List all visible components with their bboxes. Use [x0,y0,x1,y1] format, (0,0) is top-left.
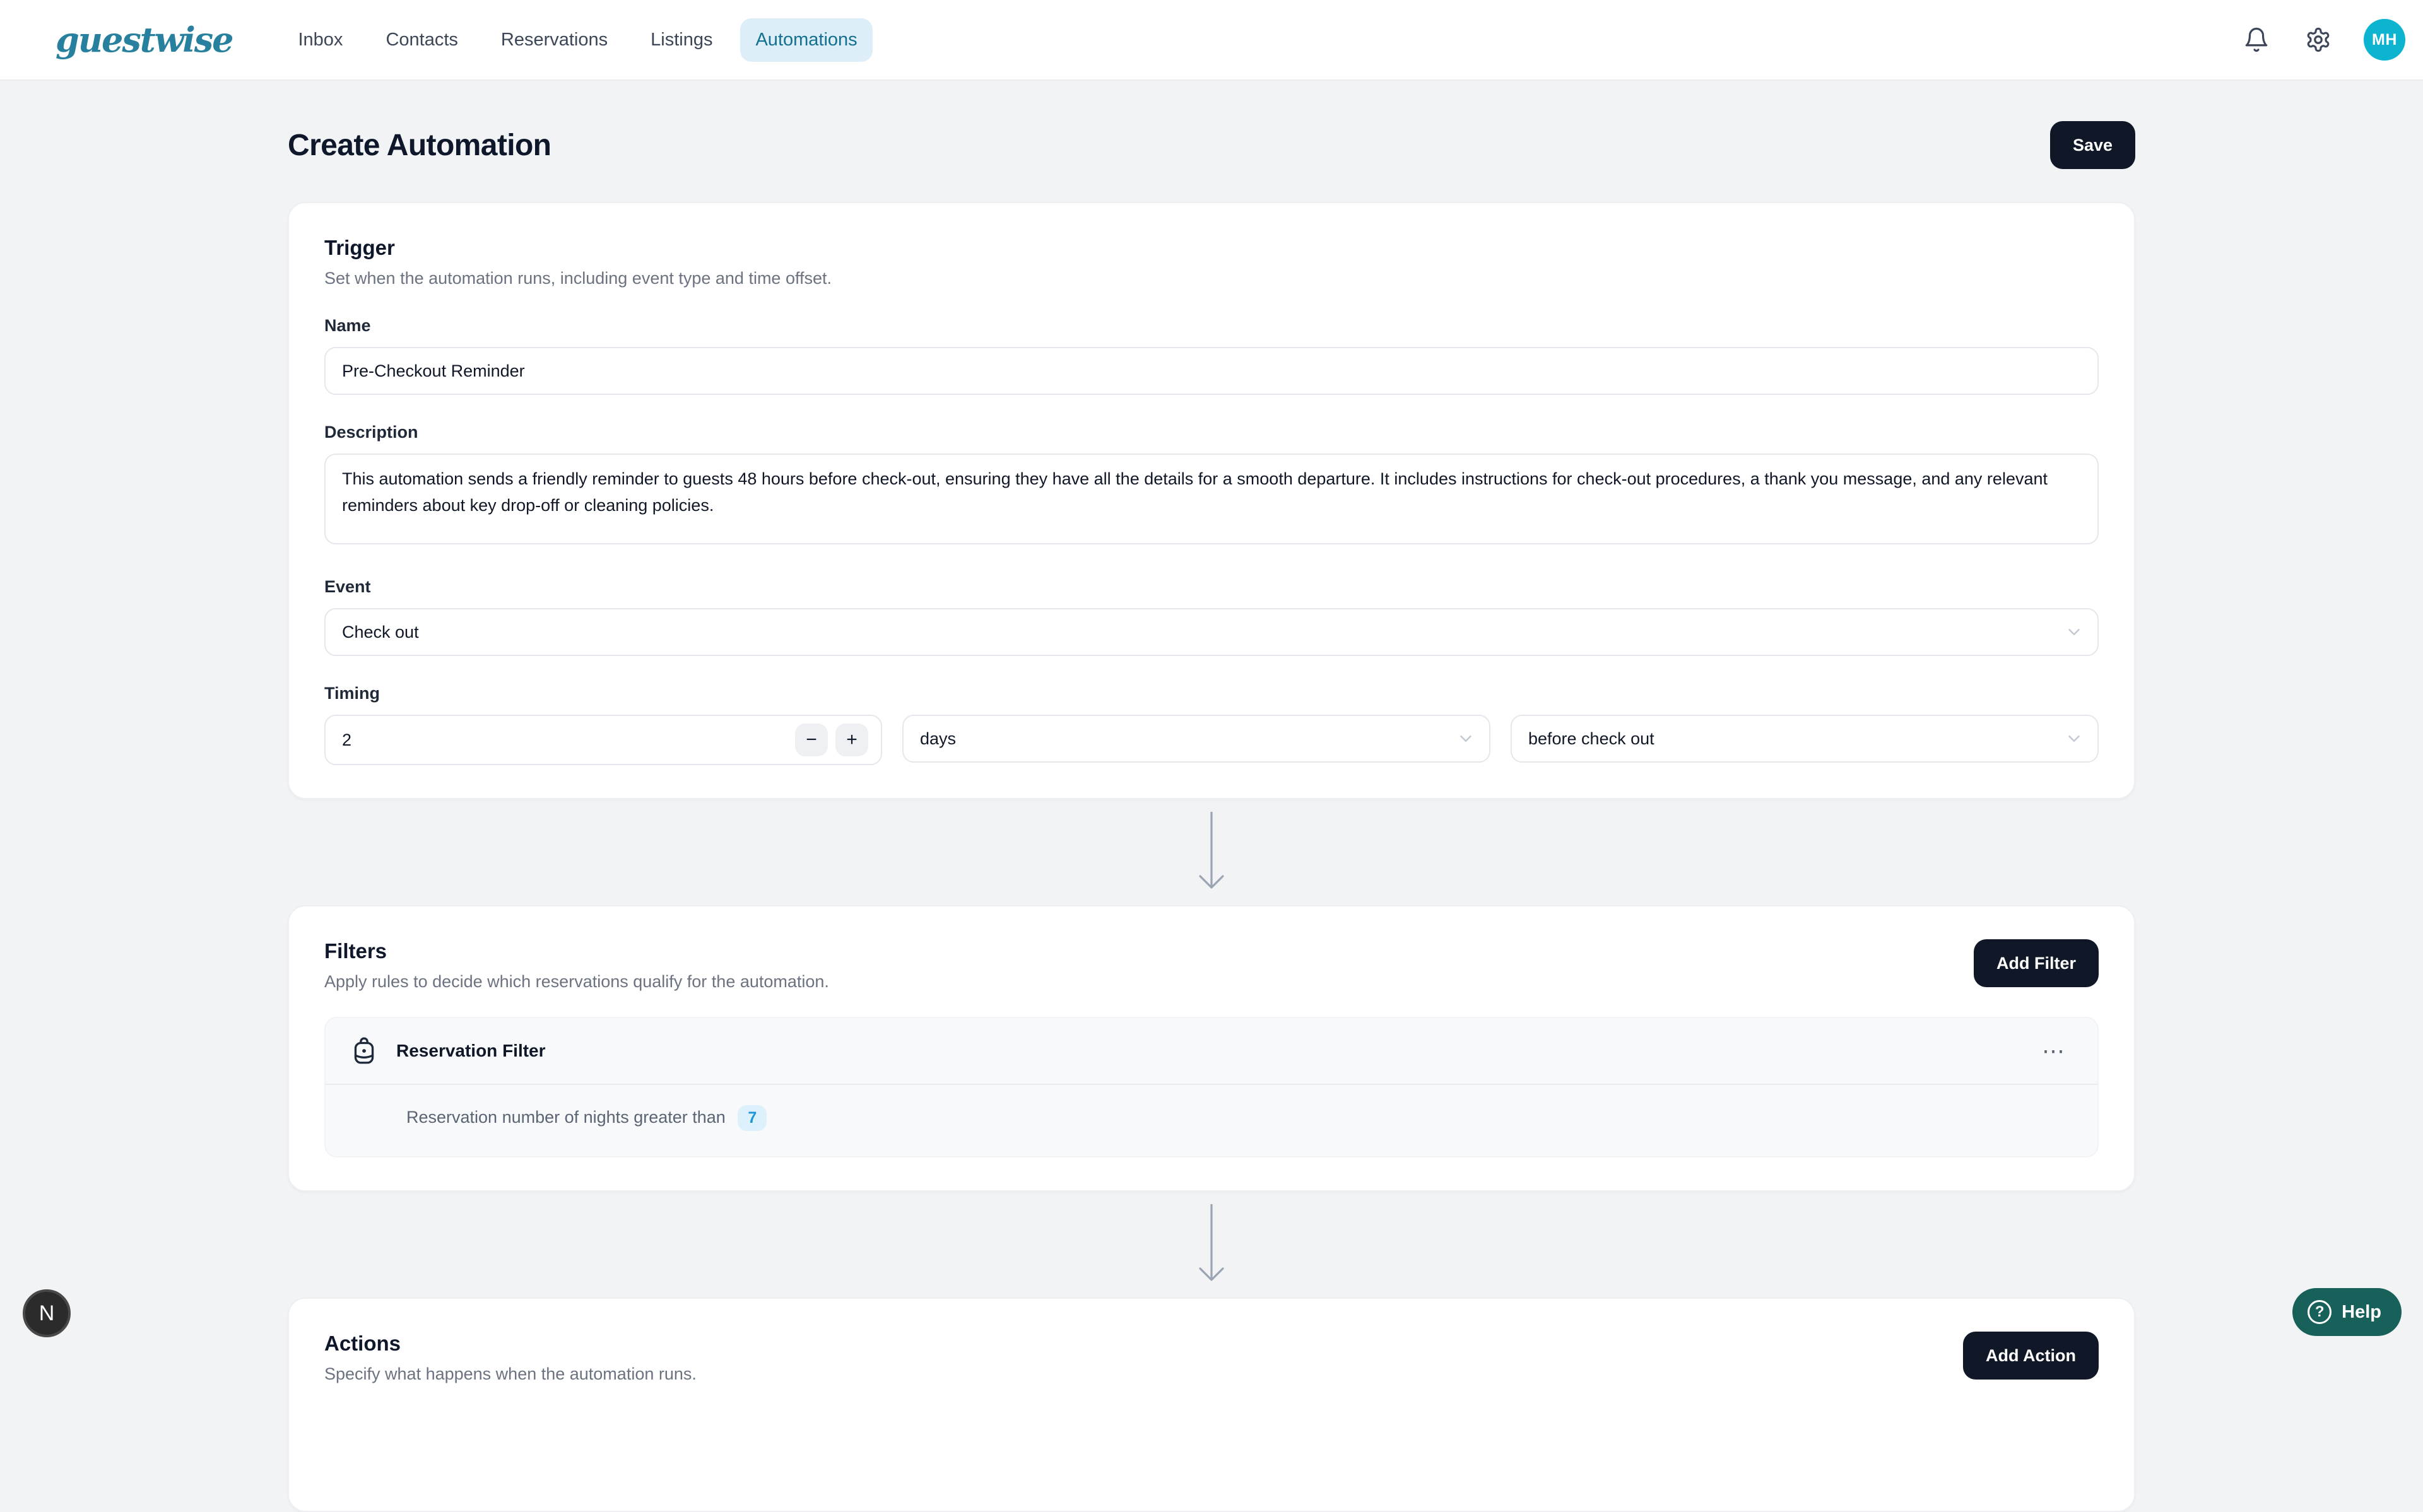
page-title: Create Automation [288,128,551,163]
filter-rule-text: Reservation number of nights greater tha… [406,1108,726,1127]
settings-gear-icon[interactable] [2296,17,2341,62]
chevron-down-icon [2065,729,2084,748]
filter-item-header: Reservation Filter ⋯ [326,1018,2097,1085]
actions-header: Actions Specify what happens when the au… [324,1332,2099,1384]
app-logo[interactable]: guestwise [56,20,232,60]
filters-subtitle: Apply rules to decide which reservations… [324,972,829,992]
trigger-title: Trigger [324,236,2099,260]
topbar-right-cluster: MH [2234,17,2405,62]
arrow-down-icon [1196,809,1227,895]
timing-unit-value: days [920,729,956,749]
name-label: Name [324,316,2099,336]
filters-card: Filters Apply rules to decide which rese… [288,905,2135,1192]
filter-rule-value-badge: 7 [738,1105,767,1131]
briefcase-icon [348,1035,380,1067]
top-navigation-bar: guestwise Inbox Contacts Reservations Li… [0,0,2423,81]
main-nav: Inbox Contacts Reservations Listings Aut… [283,18,872,62]
timing-direction-value: before check out [1528,729,1654,749]
save-button[interactable]: Save [2050,121,2135,169]
help-button[interactable]: ? Help [2292,1288,2402,1336]
filter-item-card: Reservation Filter ⋯ Reservation number … [324,1017,2099,1157]
nav-item-listings[interactable]: Listings [635,18,728,62]
event-label: Event [324,577,2099,597]
filter-more-options-button[interactable]: ⋯ [2034,1034,2075,1067]
arrow-down-icon [1196,1202,1227,1287]
dev-tools-badge[interactable]: N [23,1289,71,1337]
timing-number-stepper: − + [324,715,882,765]
decrement-button[interactable]: − [795,724,828,756]
filters-title: Filters [324,939,829,963]
add-action-button[interactable]: Add Action [1963,1332,2099,1380]
description-textarea[interactable]: This automation sends a friendly reminde… [324,454,2099,544]
actions-title: Actions [324,1332,697,1356]
timing-direction-select[interactable]: before check out [1511,715,2099,763]
timing-row: − + days before check out [324,715,2099,765]
help-label: Help [2342,1302,2381,1323]
flow-connector [288,799,2135,905]
name-input[interactable] [324,347,2099,395]
trigger-subtitle: Set when the automation runs, including … [324,269,2099,288]
event-select-value: Check out [342,623,419,642]
trigger-card: Trigger Set when the automation runs, in… [288,202,2135,799]
question-mark-icon: ? [2308,1300,2332,1324]
timing-label: Timing [324,684,2099,703]
nav-item-reservations[interactable]: Reservations [486,18,623,62]
timing-number-input[interactable] [342,730,795,750]
description-label: Description [324,423,2099,442]
chevron-down-icon [1456,729,1475,748]
actions-card: Actions Specify what happens when the au… [288,1298,2135,1512]
increment-button[interactable]: + [835,724,868,756]
filters-header: Filters Apply rules to decide which rese… [324,939,2099,992]
nav-item-automations[interactable]: Automations [740,18,872,62]
event-select[interactable]: Check out [324,608,2099,656]
nav-item-inbox[interactable]: Inbox [283,18,358,62]
page-header: Create Automation Save [288,121,2135,169]
flow-connector [288,1192,2135,1298]
nav-item-contacts[interactable]: Contacts [370,18,473,62]
user-avatar[interactable]: MH [2364,19,2405,61]
timing-unit-select[interactable]: days [902,715,1490,763]
actions-subtitle: Specify what happens when the automation… [324,1364,697,1384]
filter-item-title: Reservation Filter [396,1041,546,1061]
page-content: Create Automation Save Trigger Set when … [288,121,2135,1512]
chevron-down-icon [2065,623,2084,642]
add-filter-button[interactable]: Add Filter [1974,939,2099,987]
notifications-bell-icon[interactable] [2234,17,2279,62]
filter-rule: Reservation number of nights greater tha… [326,1085,2097,1156]
